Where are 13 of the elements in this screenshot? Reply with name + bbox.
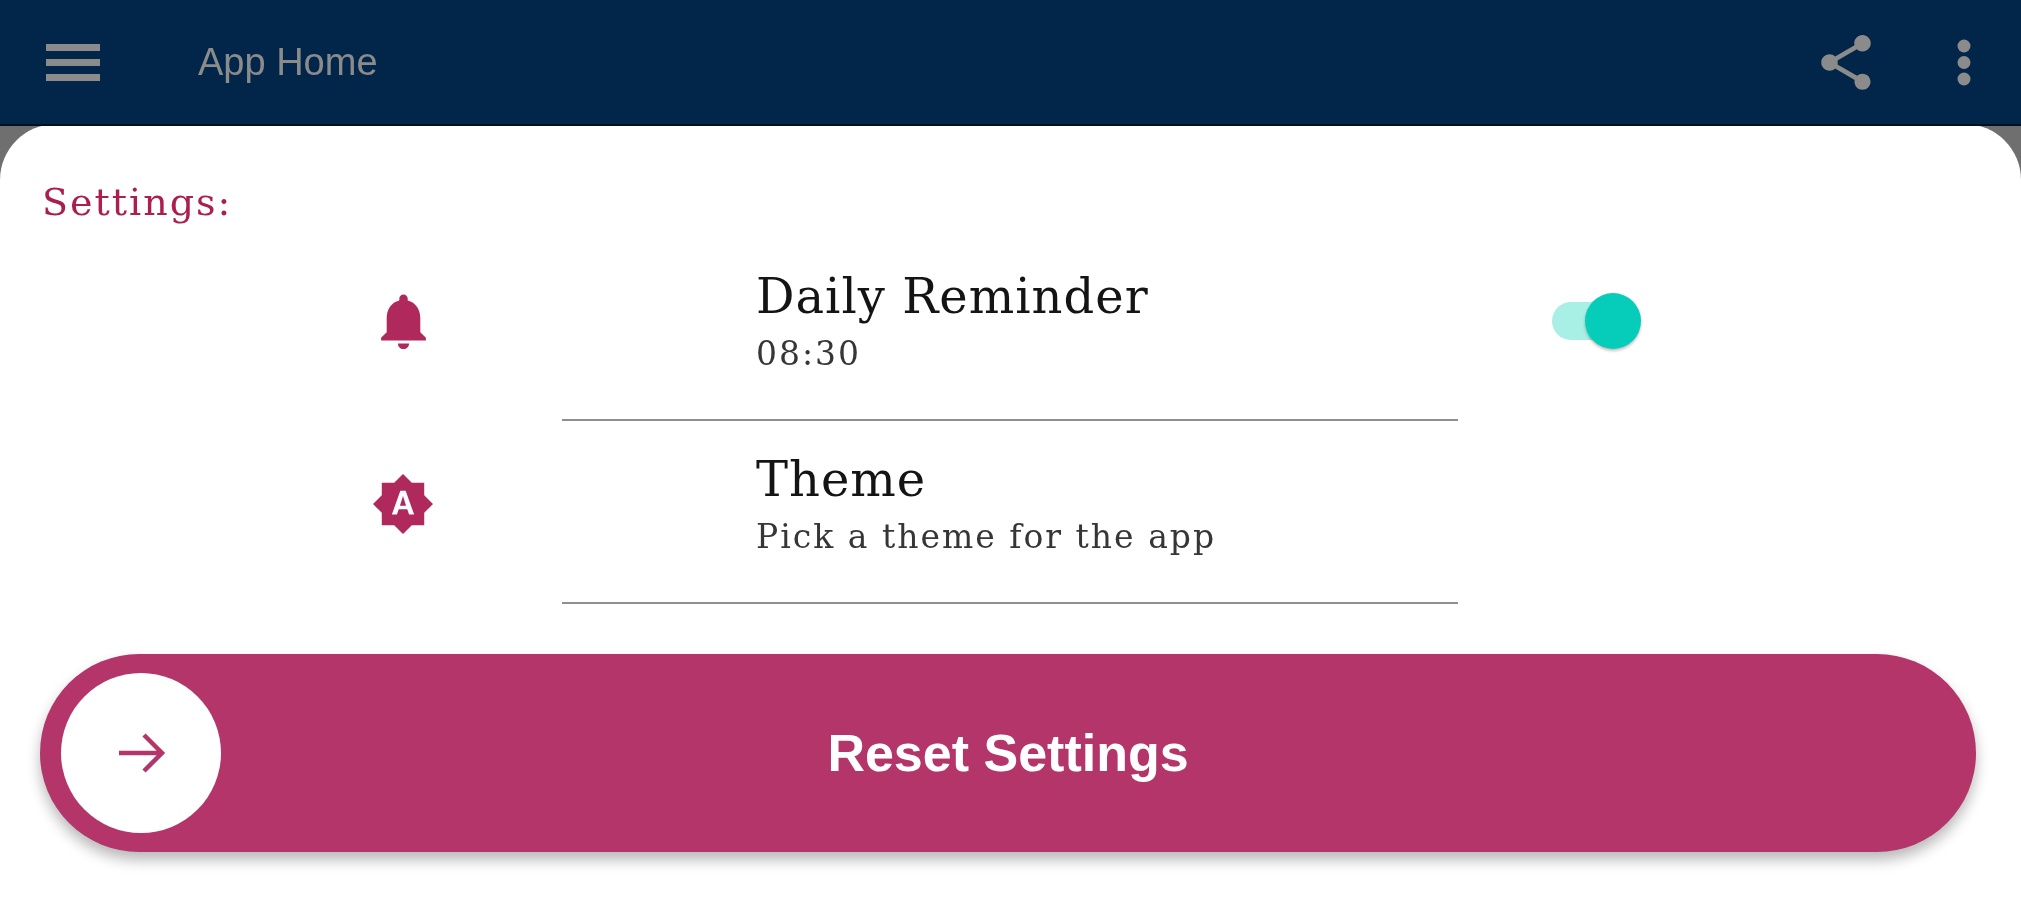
menu-icon[interactable] [46, 43, 100, 81]
setting-title: Daily Reminder [756, 268, 1149, 324]
reset-settings-button[interactable]: Reset Settings [40, 654, 1976, 852]
toggle-switch[interactable] [1552, 292, 1641, 349]
share-icon[interactable] [1821, 34, 1871, 90]
setting-subtitle: 08:30 [756, 335, 862, 373]
setting-subtitle: Pick a theme for the app [756, 518, 1217, 556]
setting-title: Theme [756, 451, 927, 507]
app-title: App Home [198, 40, 378, 84]
star-badge-icon [373, 473, 433, 534]
settings-heading: Settings: [42, 179, 233, 225]
more-options-icon[interactable] [1957, 38, 1971, 86]
bell-icon [380, 292, 426, 349]
